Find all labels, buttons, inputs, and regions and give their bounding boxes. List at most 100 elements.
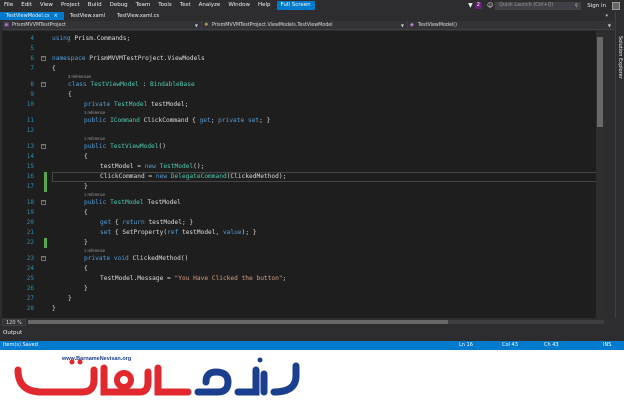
output-panel-tab[interactable]: Output xyxy=(0,327,624,339)
line-number: 21 xyxy=(26,229,34,236)
solution-explorer-tab[interactable]: Solution Explorer xyxy=(615,12,624,318)
tab-testview-xaml[interactable]: TestView.xaml xyxy=(64,12,111,20)
full-screen-button[interactable]: Full Screen xyxy=(276,1,315,10)
code-token: TestModel xyxy=(143,199,181,206)
line-number: 16 xyxy=(26,173,34,180)
code-line[interactable]: 24 { xyxy=(2,264,604,274)
line-number: 7 xyxy=(30,65,34,72)
code-text: class TestViewModel : BindableBase xyxy=(68,80,195,90)
menu-build[interactable]: Build xyxy=(84,0,106,11)
code-line[interactable]: 22} xyxy=(2,238,604,248)
menu-test[interactable]: Test xyxy=(176,0,195,11)
type-token: BindableBase xyxy=(149,81,195,88)
collapse-icon[interactable]: − xyxy=(41,256,46,261)
code-line[interactable]: 6 − namespace PrismMVVMTestProject.ViewMod… xyxy=(2,54,604,64)
keyword-token: new xyxy=(144,163,160,170)
visual-studio-window: File Edit View Project Build Debug Team … xyxy=(0,0,624,350)
tab-list-chevron-down-icon[interactable]: ▾ xyxy=(605,12,608,20)
notifications-badge[interactable]: 2 xyxy=(474,2,482,9)
code-line[interactable]: 16 ClickCommand = new DelegateCommand(Cli… xyxy=(2,172,604,182)
tab-testview-xaml-cs[interactable]: TestView.xaml.cs xyxy=(111,12,165,20)
keyword-token: ref xyxy=(167,229,182,236)
code-token: { xyxy=(84,265,88,272)
code-line[interactable]: 28} xyxy=(2,304,604,314)
code-line[interactable]: 14 { xyxy=(2,152,604,162)
code-line[interactable]: 25 TestModel.Message = "You Have Clicked … xyxy=(2,274,604,284)
code-line[interactable]: 5 xyxy=(2,44,604,54)
type-dropdown-label: PrismMVVMTestProject.ViewModels.TestView… xyxy=(212,22,333,28)
type-token: TestViewModel xyxy=(110,143,159,150)
keyword-token: set xyxy=(100,229,115,236)
menu-file[interactable]: File xyxy=(0,0,17,11)
vertical-scrollbar[interactable] xyxy=(596,31,604,318)
code-line[interactable]: 15 testModel = new TestModel(); xyxy=(2,162,604,172)
type-dropdown[interactable]: ❖ PrismMVVMTestProject.ViewModels.TestVi… xyxy=(202,20,408,30)
collapse-icon[interactable]: − xyxy=(41,144,46,149)
keyword-token: return xyxy=(122,219,149,226)
close-icon[interactable]: × xyxy=(54,12,58,20)
code-line[interactable]: 10 private TestModel testModel; xyxy=(2,100,604,110)
code-line[interactable]: 11 public ICommand ClickCommand { get; pr… xyxy=(2,116,604,126)
code-line[interactable]: 27} xyxy=(2,294,604,304)
feedback-icon[interactable]: ☺ xyxy=(485,2,495,9)
quick-launch-placeholder: Quick Launch (Ctrl+Q) xyxy=(499,2,554,8)
keyword-token: private xyxy=(84,101,114,108)
menu-tools[interactable]: Tools xyxy=(154,0,176,11)
project-dropdown[interactable]: ▣ PrismMVVMTestProject ▼ xyxy=(2,20,202,30)
type-token: DelegateCommand xyxy=(170,173,227,180)
code-line[interactable]: 8 − class TestViewModel : BindableBase xyxy=(2,80,604,90)
code-token: (); xyxy=(193,163,205,170)
code-text: } xyxy=(52,304,56,314)
code-line[interactable]: 7{ xyxy=(2,64,604,74)
code-text: public TestViewModel() xyxy=(84,142,166,152)
code-text: { xyxy=(52,64,56,74)
menu-debug[interactable]: Debug xyxy=(106,0,132,11)
menu-team[interactable]: Team xyxy=(132,0,155,11)
code-line[interactable]: 21 set { SetProperty(ref testModel, value… xyxy=(2,228,604,238)
search-icon: ⚲ xyxy=(574,2,579,9)
sign-in-link[interactable]: Sign in xyxy=(581,3,612,9)
code-line[interactable]: 9{ xyxy=(2,90,604,100)
menu-bar-right: ▼ 2 ☺ Quick Launch (Ctrl+Q) ⚲ Sign in xyxy=(466,0,624,11)
filter-icon[interactable]: ▼ xyxy=(466,2,475,9)
code-line[interactable]: 19 { xyxy=(2,208,604,218)
chevron-down-icon: ▼ xyxy=(400,22,404,28)
menu-edit[interactable]: Edit xyxy=(17,0,36,11)
collapse-icon[interactable]: − xyxy=(41,82,46,87)
code-editor[interactable]: 4 using Prism.Commands; 5 6 − namespace Prism… xyxy=(2,31,604,318)
collapse-icon[interactable]: − xyxy=(41,200,46,205)
scrollbar-thumb[interactable] xyxy=(28,320,448,324)
code-line[interactable]: 13 − public TestViewModel() xyxy=(2,142,604,152)
code-text: public TestModel TestModel xyxy=(84,198,181,208)
code-token: Prism.Commands; xyxy=(74,35,131,42)
tab-testviewmodel-cs[interactable]: TestViewModel.cs × xyxy=(0,12,64,20)
avatar[interactable] xyxy=(612,1,620,10)
code-line[interactable]: 18 − public TestModel TestModel xyxy=(2,198,604,208)
keyword-token: get xyxy=(199,117,211,124)
line-number: 28 xyxy=(26,305,34,312)
quick-launch-input[interactable]: Quick Launch (Ctrl+Q) ⚲ xyxy=(495,1,582,10)
scrollbar-thumb[interactable] xyxy=(597,37,603,127)
collapse-icon[interactable]: − xyxy=(41,56,46,61)
code-line[interactable]: 23 − private void ClickedMethod() xyxy=(2,254,604,264)
menu-view[interactable]: View xyxy=(36,0,57,11)
keyword-token: private void xyxy=(84,255,133,262)
menu-window[interactable]: Window xyxy=(224,0,254,11)
code-line[interactable]: 20 get { return testModel; } xyxy=(2,218,604,228)
code-token: : xyxy=(138,81,150,88)
status-column: Col 43 xyxy=(502,342,518,348)
menu-project[interactable]: Project xyxy=(57,0,84,11)
menu-help[interactable]: Help xyxy=(254,0,275,11)
code-line[interactable]: 4 using Prism.Commands; xyxy=(2,34,604,44)
zoom-level-dropdown[interactable]: 120 % xyxy=(2,318,26,326)
menu-analyze[interactable]: Analyze xyxy=(195,0,225,11)
code-line[interactable]: 26} xyxy=(2,284,604,294)
saved-change-marker xyxy=(44,182,47,192)
code-token: } xyxy=(68,295,72,302)
status-line: Ln 16 xyxy=(459,342,473,348)
code-line[interactable]: 12 xyxy=(2,126,604,136)
horizontal-scrollbar[interactable] xyxy=(28,320,604,324)
member-dropdown[interactable]: ◆ TestViewModel() ▼ xyxy=(408,21,614,30)
code-line[interactable]: 17} xyxy=(2,182,604,192)
code-text: namespace PrismMVVMTestProject.ViewModel… xyxy=(52,54,205,64)
